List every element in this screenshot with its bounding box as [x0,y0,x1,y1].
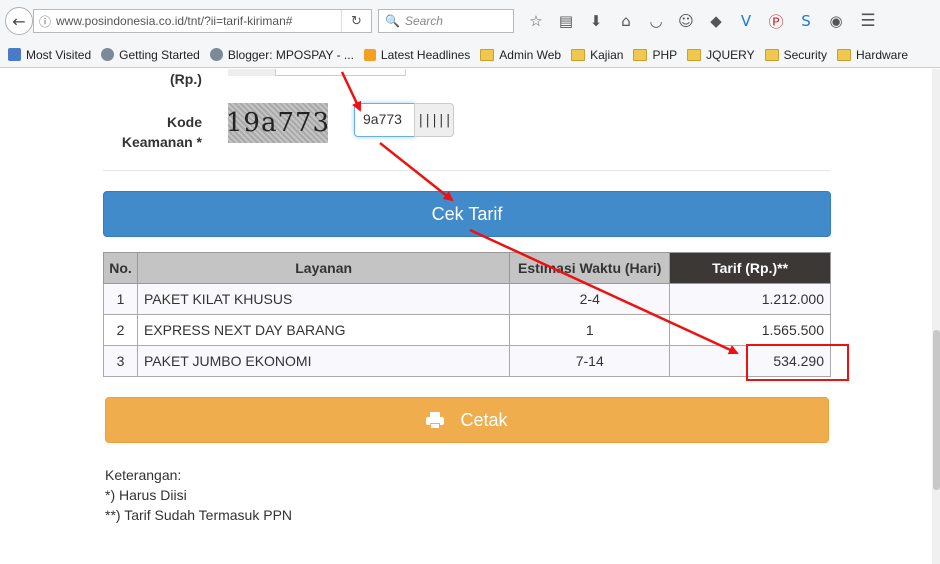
page-content: (Rp.) Kode Keamanan * 19a773 9a773 |||||… [0,69,940,564]
tarif-table: No. Layanan Estimasi Waktu (Hari) Tarif … [103,252,831,377]
toolbar-icons: ☆ ▤ ⬇ ⌂ ◡ ☺ ◆ V Ⓟ S ◉ ☰ [521,9,883,33]
bookmark-label: Most Visited [26,47,92,62]
back-button[interactable]: ← [5,7,33,35]
cell-tarif: 1.565.500 [669,314,831,346]
cell-estimasi: 7-14 [509,345,671,377]
bookmark-security[interactable]: Security [764,47,827,62]
extension-s-icon[interactable]: S [791,9,821,33]
address-bar[interactable]: ⓘ www.posindonesia.co.id/tnt/?ii=tarif-k… [33,9,372,33]
bookmark-label: JQUERY [706,47,755,62]
rss-icon [363,48,376,61]
download-icon[interactable]: ⬇ [581,9,611,33]
folder-icon [764,48,779,61]
search-icon: 🔍 [385,14,400,28]
captcha-input[interactable]: 9a773 [354,103,415,137]
kode-label-line1: Kode [167,114,202,130]
kode-keamanan-label: Kode Keamanan * [120,112,202,152]
cell-tarif: 1.212.000 [669,283,831,315]
table-row: 2 EXPRESS NEXT DAY BARANG 1 1.565.500 [103,314,831,346]
keterangan-notes: Keterangan: *) Harus Diisi **) Tarif Sud… [105,465,292,525]
browser-toolbar: ← ⓘ www.posindonesia.co.id/tnt/?ii=tarif… [0,0,940,42]
cell-no: 2 [103,314,138,346]
extension-eye-icon[interactable]: ◉ [821,9,851,33]
scrollbar-thumb[interactable] [933,330,940,490]
notes-line1: *) Harus Diisi [105,487,187,503]
cell-layanan: EXPRESS NEXT DAY BARANG [136,314,511,346]
bookmark-php[interactable]: PHP [633,48,677,62]
folder-icon [480,48,495,61]
cell-estimasi: 1 [509,314,671,346]
cetak-label: Cetak [460,409,508,430]
notes-line2: **) Tarif Sudah Termasuk PPN [105,507,293,523]
extension-diamond-icon[interactable]: ◆ [701,9,731,33]
globe-icon [209,48,223,61]
folder-icon [836,48,851,61]
bookmarks-bar: Most Visited Getting Started Blogger: MPOS… [0,42,940,68]
bookmark-label: Kajian [590,47,624,62]
notes-title: Keterangan: [105,467,182,483]
bookmark-jquery[interactable]: JQUERY [687,47,755,62]
bookmark-label: Getting Started [119,47,200,62]
globe-icon [101,48,115,61]
cell-no: 1 [103,283,138,315]
bookmark-label: Admin Web [499,47,562,62]
most-visited-icon [8,48,21,61]
search-input[interactable]: 🔍 Search [378,9,514,33]
bookmark-label: Latest Headlines [380,47,471,62]
folder-icon [571,48,586,61]
printer-icon [426,411,445,429]
table-row: 3 PAKET JUMBO EKONOMI 7-14 534.290 [103,345,831,377]
extension-smiley-icon[interactable]: ☺ [671,9,701,33]
bookmark-label: Hardware [855,47,909,62]
bookmark-label: PHP [652,47,678,62]
table-header-row: No. Layanan Estimasi Waktu (Hari) Tarif … [103,252,831,284]
cell-layanan: PAKET KILAT KHUSUS [136,283,511,315]
search-placeholder: Search [404,14,443,28]
bookmark-label: Blogger: MPOSPAY - ... [227,47,354,62]
divider [103,170,830,171]
pocket-icon[interactable]: ◡ [641,9,671,33]
reading-list-icon[interactable]: ▤ [551,9,581,33]
header-estimasi: Estimasi Waktu (Hari) [509,252,671,284]
barcode-icon[interactable]: ||||| [414,103,454,137]
menu-icon[interactable]: ☰ [853,9,883,33]
folder-icon [687,48,702,61]
bookmark-blogger[interactable]: Blogger: MPOSPAY - ... [209,47,354,62]
rp-label: (Rp.) [170,71,202,87]
cell-no: 3 [103,345,138,377]
kode-label-line2: Keamanan * [121,134,202,150]
extension-v-icon[interactable]: V [731,9,761,33]
bookmark-hardware[interactable]: Hardware [836,47,909,62]
header-layanan: Layanan [136,252,511,284]
header-no: No. [103,252,138,284]
bookmark-label: Security [783,47,827,62]
cetak-button[interactable]: Cetak [105,397,829,443]
bookmark-star-icon[interactable]: ☆ [521,9,551,33]
bookmark-kajian[interactable]: Kajian [571,48,623,62]
site-info-icon[interactable]: ⓘ [34,13,56,30]
cell-estimasi: 2-4 [509,283,671,315]
bookmark-getting-started[interactable]: Getting Started [101,48,200,62]
cek-tarif-button[interactable]: Cek Tarif [103,191,831,237]
table-row: 1 PAKET KILAT KHUSUS 2-4 1.212.000 [103,283,831,315]
bookmark-admin-web[interactable]: Admin Web [480,48,561,62]
tarif-input-addon [228,69,276,76]
annotation-highlight-box [746,344,849,381]
reload-icon[interactable]: ↻ [341,10,371,32]
bookmark-most-visited[interactable]: Most Visited [8,48,91,62]
home-icon[interactable]: ⌂ [611,9,641,33]
pinterest-icon[interactable]: Ⓟ [761,9,791,33]
url-text[interactable]: www.posindonesia.co.id/tnt/?ii=tarif-kir… [56,14,341,28]
header-tarif: Tarif (Rp.)** [669,252,831,284]
cell-layanan: PAKET JUMBO EKONOMI [136,345,511,377]
captcha-image: 19a773 [226,103,329,143]
folder-icon [633,48,648,61]
bookmark-latest-headlines[interactable]: Latest Headlines [363,47,471,62]
